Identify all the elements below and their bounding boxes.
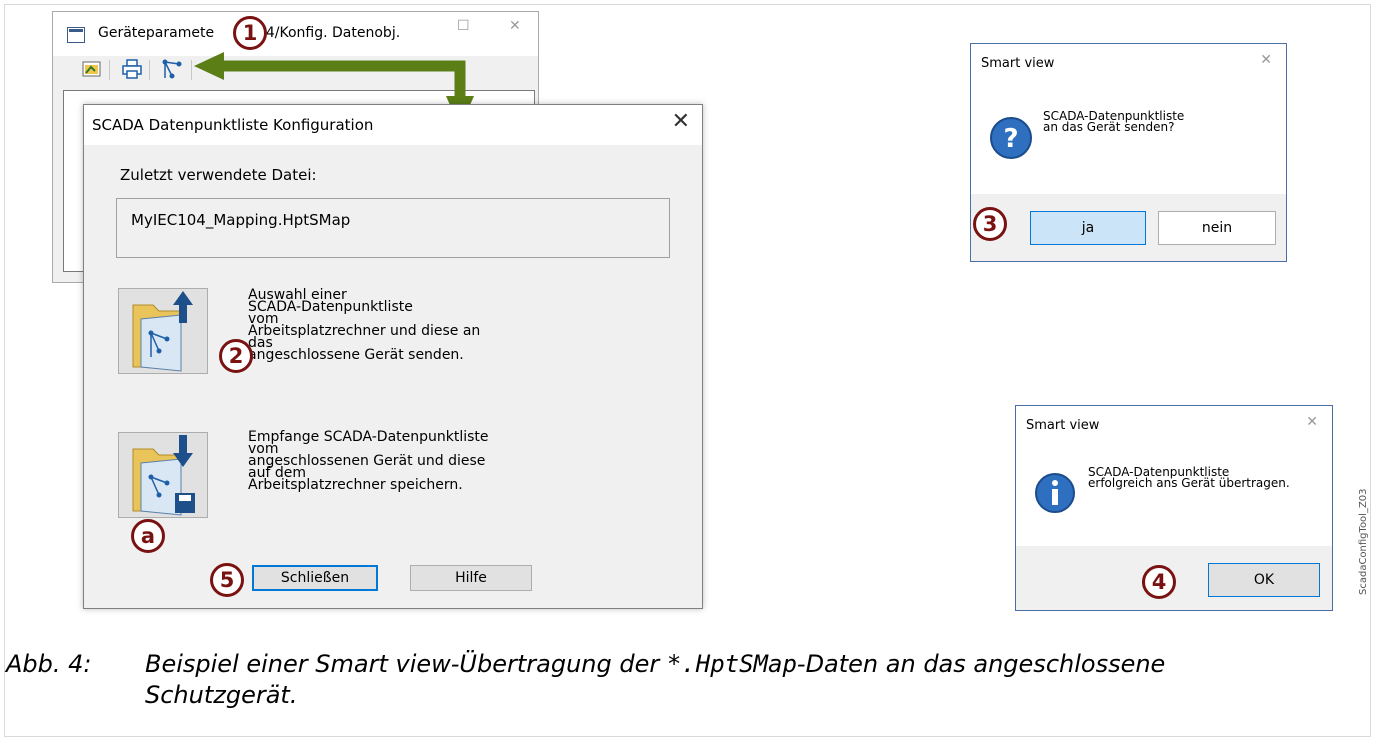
ok-button[interactable]: OK: [1208, 563, 1320, 597]
dialog-close-icon[interactable]: ✕: [672, 109, 690, 134]
receive-from-device-button[interactable]: [118, 432, 208, 518]
dialog-title: SCADA Datenpunktliste Konfiguration: [92, 116, 374, 134]
receive-description: Empfange SCADA-Datenpunktliste vom anges…: [248, 429, 489, 493]
callout-4: 4: [1142, 565, 1176, 599]
confirm-box-close-icon[interactable]: ✕: [1260, 52, 1272, 68]
caption-text-line2: Schutzgerät.: [145, 681, 298, 709]
help-button[interactable]: Hilfe: [410, 565, 532, 591]
info-box-close-icon[interactable]: ✕: [1306, 414, 1318, 430]
close-button[interactable]: Schließen: [252, 565, 378, 591]
confirm-box-title: Smart view: [981, 56, 1055, 71]
callout-1: 1: [233, 16, 267, 50]
info-icon: [1035, 473, 1075, 513]
window-icon: [67, 27, 85, 43]
callout-3: 3: [973, 207, 1007, 241]
dialog-titlebar: SCADA Datenpunktliste Konfiguration ✕: [84, 105, 702, 145]
no-button[interactable]: nein: [1158, 211, 1276, 245]
maximize-icon[interactable]: ☐: [457, 18, 470, 34]
question-icon: ?: [990, 117, 1032, 159]
confirm-message-box: Smart view ✕ ? SCADA-Datenpunktliste an …: [970, 43, 1287, 262]
edit-icon[interactable]: [81, 58, 103, 80]
caption-label: Abb. 4:: [6, 650, 92, 678]
svg-text:?: ?: [1003, 124, 1018, 154]
scada-config-icon[interactable]: [161, 58, 183, 80]
callout-2: 2: [219, 339, 253, 373]
last-file-label: Zuletzt verwendete Datei:: [120, 166, 317, 184]
send-description: Auswahl einer SCADA-Datenpunktliste vom …: [248, 287, 481, 363]
info-box-message: SCADA-Datenpunktliste erfolgreich ans Ge…: [1088, 465, 1290, 490]
folder-download-icon: [132, 435, 195, 516]
background-window-titlebar: Geräteparamete 104/Konfig. Datenobj. ☐ ✕: [53, 12, 538, 56]
image-id-tag: ScadaConfigTool_Z03: [1358, 488, 1369, 595]
yes-button[interactable]: ja: [1030, 211, 1146, 245]
callout-5: 5: [210, 563, 244, 597]
folder-upload-icon: [132, 291, 193, 372]
close-icon[interactable]: ✕: [509, 18, 521, 34]
last-file-value: MyIEC104_Mapping.HptSMap: [131, 211, 351, 229]
print-icon[interactable]: [121, 58, 143, 80]
scada-config-dialog: SCADA Datenpunktliste Konfiguration ✕ Zu…: [83, 104, 703, 609]
confirm-box-message: SCADA-Datenpunktliste an das Gerät sende…: [1043, 109, 1185, 134]
callout-a: a: [131, 519, 165, 553]
info-box-title: Smart view: [1026, 418, 1100, 433]
send-to-device-button[interactable]: [118, 288, 208, 374]
last-file-field[interactable]: MyIEC104_Mapping.HptSMap: [116, 198, 670, 258]
caption-text: Beispiel einer Smart view-Übertragung de…: [145, 650, 1166, 678]
